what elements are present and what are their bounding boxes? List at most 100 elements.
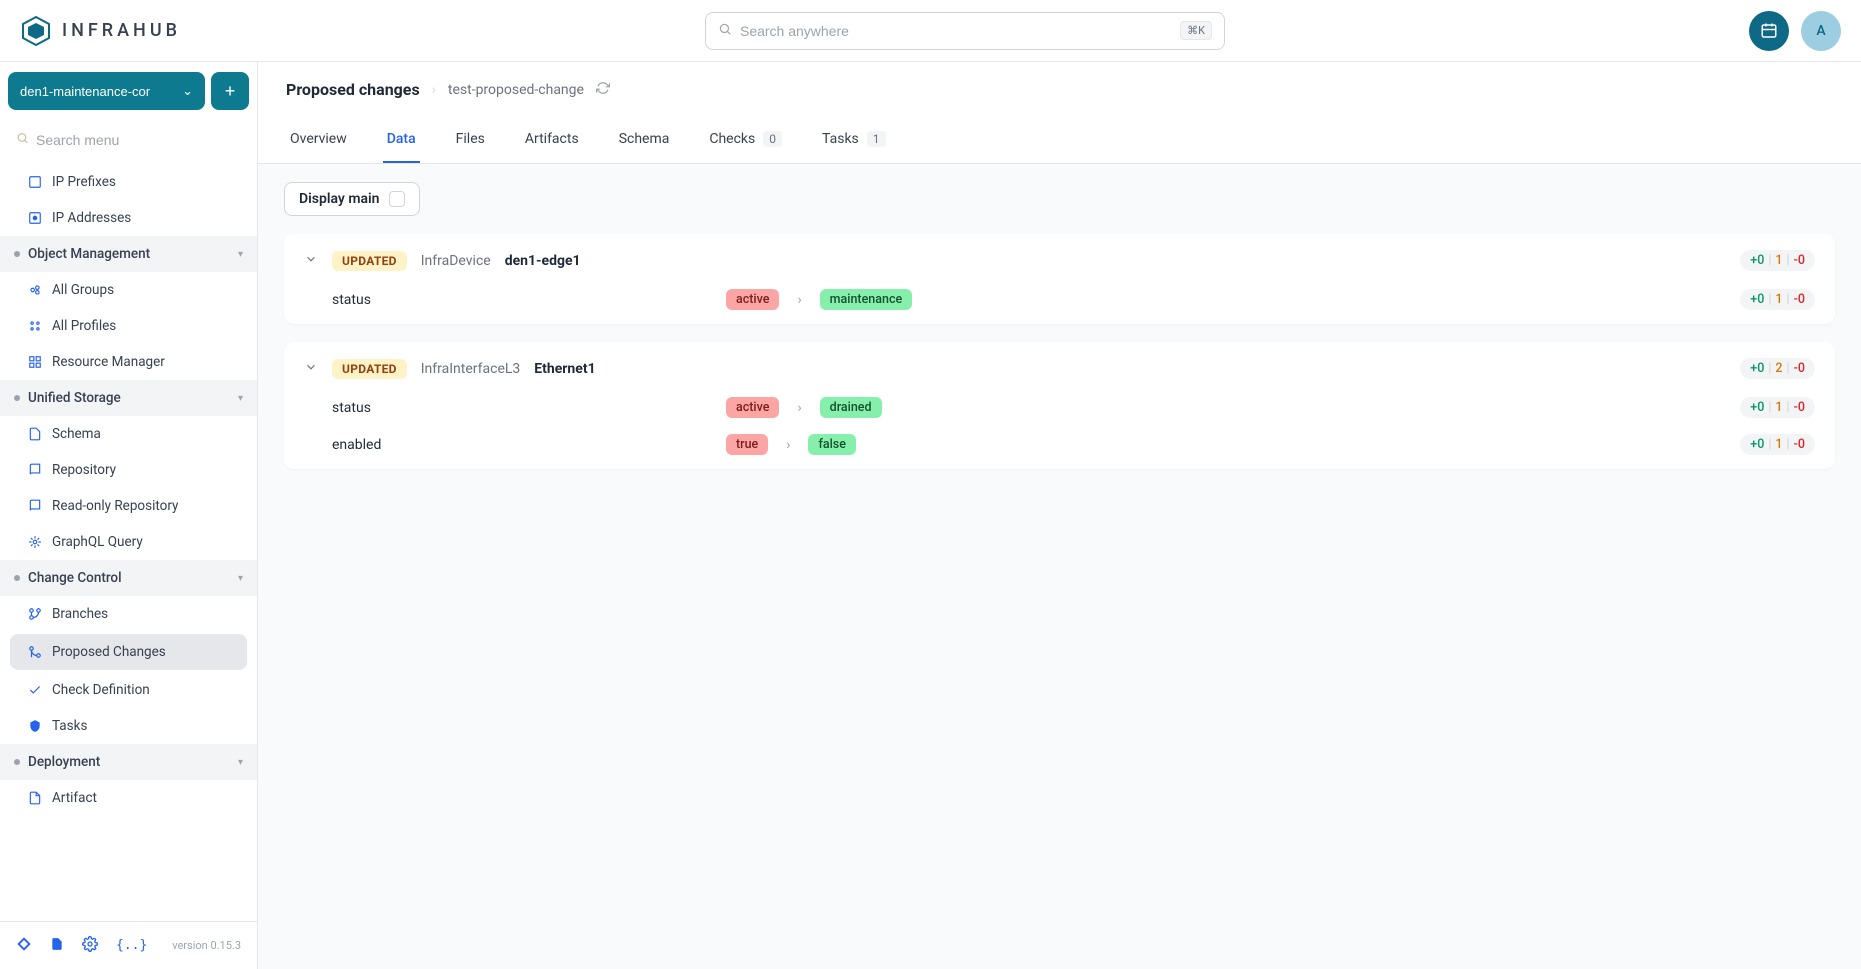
diff-card-header[interactable]: UPDATED InfraInterfaceL3 Ethernet1 +0|2|-0 xyxy=(284,348,1835,389)
sidebar-item-branches[interactable]: Branches xyxy=(0,596,257,632)
arrow-right-icon: › xyxy=(793,292,805,308)
brand-text: INFRAHUB xyxy=(62,20,181,41)
chevron-down-icon: ▾ xyxy=(238,757,243,768)
tabs: Overview Data Files Artifacts Schema Checks0 T… xyxy=(258,117,1861,164)
repo-icon xyxy=(28,499,42,513)
diff-counts: +0|2|-0 xyxy=(1740,358,1815,379)
sidebar-item-resource-manager[interactable]: Resource Manager xyxy=(0,344,257,380)
sidebar-nav: IP PrefixesIP AddressesObject Management… xyxy=(0,164,257,921)
tab-checks[interactable]: Checks0 xyxy=(705,117,786,163)
arrow-right-icon: › xyxy=(793,400,805,416)
old-value-pill: active xyxy=(726,289,779,310)
main: Proposed changes › test-proposed-change … xyxy=(258,62,1861,969)
old-value-pill: active xyxy=(726,397,779,418)
task-icon xyxy=(28,719,42,733)
tab-artifacts[interactable]: Artifacts xyxy=(521,117,583,163)
branch-selector[interactable]: den1-maintenance-cor ⌄ xyxy=(8,72,205,110)
check-icon xyxy=(28,683,42,697)
git-icon[interactable] xyxy=(16,936,32,956)
sidebar-item-repository[interactable]: Repository xyxy=(0,452,257,488)
logo[interactable]: INFRAHUB xyxy=(20,15,181,47)
tab-badge: 0 xyxy=(763,131,782,147)
tab-data[interactable]: Data xyxy=(383,117,420,163)
tab-overview[interactable]: Overview xyxy=(286,117,351,163)
attr-label: status xyxy=(332,292,712,308)
diff-counts: +0|1|-0 xyxy=(1740,250,1815,271)
sidebar-section-deployment[interactable]: Deployment▾ xyxy=(0,744,257,780)
diff-card-header[interactable]: UPDATED InfraDevice den1-edge1 +0|1|-0 xyxy=(284,240,1835,281)
tab-badge: 1 xyxy=(867,131,886,147)
diff-counts: +0|1|-0 xyxy=(1740,434,1815,455)
repo-icon xyxy=(28,463,42,477)
group-icon xyxy=(28,283,42,297)
sidebar-item-all-groups[interactable]: All Groups xyxy=(0,272,257,308)
resource-icon xyxy=(28,355,42,369)
branch-name: den1-maintenance-cor xyxy=(20,84,150,99)
tab-schema[interactable]: Schema xyxy=(615,117,674,163)
gear-icon[interactable] xyxy=(82,936,98,956)
object-name: Ethernet1 xyxy=(534,361,595,377)
notifications-button[interactable] xyxy=(1749,11,1789,51)
display-main-toggle[interactable]: Display main xyxy=(284,182,420,216)
search-menu-input[interactable] xyxy=(8,124,249,156)
diff-card: UPDATED InfraInterfaceL3 Ethernet1 +0|2|-0 s… xyxy=(284,342,1835,469)
chevron-down-icon: ⌄ xyxy=(182,83,193,99)
chevron-down-icon[interactable] xyxy=(304,360,318,378)
document-icon[interactable] xyxy=(50,936,64,956)
profile-icon xyxy=(28,319,42,333)
diff-attr-row: enabled true › false +0|1|-0 xyxy=(284,426,1835,463)
header-right: A xyxy=(1749,11,1841,51)
search-input[interactable] xyxy=(740,23,1172,39)
chevron-down-icon: ▾ xyxy=(238,393,243,404)
refresh-icon[interactable] xyxy=(596,81,610,99)
sidebar-section-unified-storage[interactable]: Unified Storage▾ xyxy=(0,380,257,416)
artifact-icon xyxy=(28,791,42,805)
sidebar-item-ip-prefixes[interactable]: IP Prefixes xyxy=(0,164,257,200)
add-branch-button[interactable]: + xyxy=(211,72,249,110)
diff-counts: +0|1|-0 xyxy=(1740,289,1815,310)
arrow-right-icon: › xyxy=(782,437,794,453)
status-badge: UPDATED xyxy=(332,251,407,271)
search-bar[interactable]: ⌘K xyxy=(705,12,1225,50)
new-value-pill: false xyxy=(808,434,855,455)
sidebar-item-tasks[interactable]: Tasks xyxy=(0,708,257,744)
pc-icon xyxy=(28,645,42,659)
attr-label: enabled xyxy=(332,437,712,453)
sidebar-item-read-only-repository[interactable]: Read-only Repository xyxy=(0,488,257,524)
sidebar-item-check-definition[interactable]: Check Definition xyxy=(0,672,257,708)
sidebar-item-artifact[interactable]: Artifact xyxy=(0,780,257,816)
sidebar-item-proposed-changes[interactable]: Proposed Changes xyxy=(10,634,247,670)
tab-tasks[interactable]: Tasks1 xyxy=(818,117,890,163)
sidebar-section-object-management[interactable]: Object Management▾ xyxy=(0,236,257,272)
address-icon xyxy=(28,211,42,225)
sidebar-item-graphql-query[interactable]: GraphQL Query xyxy=(0,524,257,560)
object-name: den1-edge1 xyxy=(505,253,581,269)
kind-label: InfraDevice xyxy=(421,253,491,269)
sidebar-item-ip-addresses[interactable]: IP Addresses xyxy=(0,200,257,236)
breadcrumb-sub: test-proposed-change xyxy=(448,82,584,98)
search-shortcut: ⌘K xyxy=(1180,21,1212,40)
schema-icon xyxy=(28,427,42,441)
checkbox-icon xyxy=(389,191,405,207)
chevron-down-icon: ▾ xyxy=(238,249,243,260)
display-main-label: Display main xyxy=(299,191,379,207)
header: INFRAHUB ⌘K A xyxy=(0,0,1861,62)
attr-label: status xyxy=(332,400,712,416)
content: Display main UPDATED InfraDevice den1-edge… xyxy=(258,164,1861,487)
diff-attr-row: statusactive›drained+0|1|-0 xyxy=(284,389,1835,426)
sidebar-section-change-control[interactable]: Change Control▾ xyxy=(0,560,257,596)
status-badge: UPDATED xyxy=(332,359,407,379)
breadcrumb-main[interactable]: Proposed changes xyxy=(286,80,420,99)
sidebar: den1-maintenance-cor ⌄ + IP PrefixesIP A… xyxy=(0,62,258,969)
sidebar-item-all-profiles[interactable]: All Profiles xyxy=(0,308,257,344)
code-icon[interactable]: {..} xyxy=(116,938,147,953)
search-wrap: ⌘K xyxy=(181,12,1749,50)
chevron-down-icon[interactable] xyxy=(304,252,318,270)
sidebar-item-schema[interactable]: Schema xyxy=(0,416,257,452)
old-value-pill: true xyxy=(726,434,768,455)
breadcrumb: Proposed changes › test-proposed-change xyxy=(258,62,1861,117)
tab-files[interactable]: Files xyxy=(452,117,489,163)
avatar[interactable]: A xyxy=(1801,11,1841,51)
kind-label: InfraInterfaceL3 xyxy=(421,361,521,377)
search-icon xyxy=(718,22,732,40)
